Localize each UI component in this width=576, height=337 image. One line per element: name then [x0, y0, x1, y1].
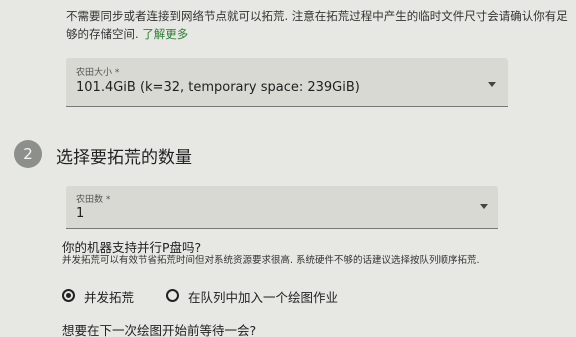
queue-option-label[interactable]: 在队列中加入一个绘图作业 — [188, 287, 338, 306]
plot-count-select[interactable]: 农田数 * 1 — [66, 186, 498, 229]
parallel-radio-button[interactable] — [62, 289, 75, 302]
learn-more-link[interactable]: 了解更多 — [142, 27, 188, 41]
plot-count-label: 农田数 * — [76, 195, 111, 205]
intro-text: 不需要同步或者连接到网络节点就可以拓荒. 注意在拓荒过程中产生的临时文件尺寸会请… — [66, 7, 571, 43]
step-number-badge: 2 — [14, 140, 42, 168]
parallel-hint: 并发拓荒可以有效节省拓荒时间但对系统资源要求很高. 系统硬件不够的话建议选择按队… — [62, 255, 480, 266]
parallel-radio-group: 并发拓荒 在队列中加入一个绘图作业 — [62, 287, 402, 305]
plot-size-label: 农田大小 * — [76, 68, 120, 78]
step-title: 选择要拓荒的数量 — [56, 148, 192, 168]
plot-size-select[interactable]: 农田大小 * 101.4GiB (k=32, temporary space: … — [66, 58, 508, 107]
dropdown-arrow-icon[interactable] — [488, 82, 496, 87]
parallel-option-label[interactable]: 并发拓荒 — [84, 287, 134, 306]
delay-question: 想要在下一次绘图开始前等待一会? — [62, 323, 257, 337]
plot-count-value: 1 — [76, 206, 85, 221]
queue-radio-button[interactable] — [166, 289, 179, 302]
plot-wizard-page: 不需要同步或者连接到网络节点就可以拓荒. 注意在拓荒过程中产生的临时文件尺寸会请… — [0, 0, 576, 337]
dropdown-arrow-icon[interactable] — [480, 204, 488, 209]
plot-size-value: 101.4GiB (k=32, temporary space: 239GiB) — [76, 80, 360, 95]
